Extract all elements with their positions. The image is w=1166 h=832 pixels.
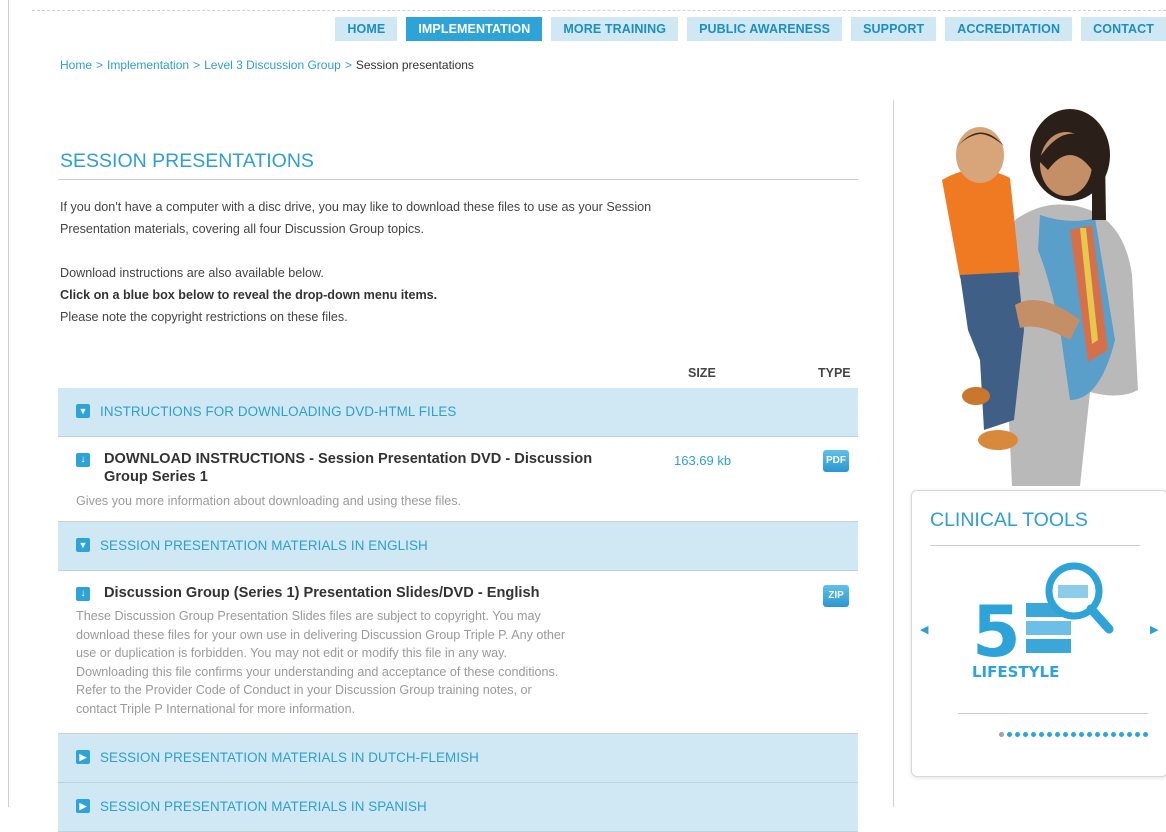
table-header: SIZE TYPE [58,366,858,386]
carousel-dot[interactable] [1071,732,1076,737]
download-arrow-icon[interactable]: ↓ [76,587,90,601]
header-dashed-rule [32,10,1166,11]
breadcrumb-home[interactable]: Home [60,58,92,72]
carousel-dot[interactable] [999,732,1004,737]
carousel-dot[interactable] [1039,732,1044,737]
lifestyle-slide[interactable]: 5 LIFESTYLE [966,553,1116,683]
download-arrow-icon[interactable]: ↓ [76,453,90,467]
carousel-dot[interactable] [1143,732,1148,737]
intro-line-1: If you don't have a computer with a disc… [60,200,652,214]
nav-more-training[interactable]: MORE TRAINING [551,17,679,41]
carousel-dot[interactable] [1103,732,1108,737]
chevron-down-icon: ▼ [76,404,90,418]
nav-home[interactable]: HOME [335,17,398,41]
breadcrumb-discussion-group[interactable]: Level 3 Discussion Group [204,58,341,72]
intro-line-2: Presentation materials, covering all fou… [60,222,424,236]
nav-implementation[interactable]: IMPLEMENTATION [406,17,543,41]
breadcrumb-separator: > [96,58,104,72]
chevron-right-icon: ▶ [76,750,90,764]
item-description: These Discussion Group Presentation Slid… [76,609,566,716]
download-item-instructions: ↓ DOWNLOAD INSTRUCTIONS - Session Presen… [58,437,858,522]
main-content: SESSION PRESENTATIONS If you don't have … [58,150,858,832]
page-left-border [8,0,9,807]
chevron-right-icon: ▶ [76,799,90,813]
nav-accreditation[interactable]: ACCREDITATION [945,17,1073,41]
carousel-dot[interactable] [1087,732,1092,737]
carousel-dot[interactable] [1031,732,1036,737]
section-label: SESSION PRESENTATION MATERIALS IN ENGLIS… [100,538,428,553]
clinical-tools-widget: CLINICAL TOOLS ◀ ▶ 5 LIFESTYLE [911,490,1166,777]
carousel-dot[interactable] [1015,732,1020,737]
breadcrumb-separator: > [344,58,352,72]
intro-text: If you don't have a computer with a disc… [58,196,858,328]
breadcrumb: Home > Implementation > Level 3 Discussion G… [60,58,474,72]
chevron-down-icon: ▼ [76,538,90,552]
section-dutch-flemish[interactable]: ▶ SESSION PRESENTATION MATERIALS IN DUTC… [58,734,858,783]
nav-contact[interactable]: CONTACT [1081,17,1166,41]
sidebar-divider [893,100,894,807]
carousel-rule [958,713,1148,714]
item-title[interactable]: DOWNLOAD INSTRUCTIONS - Session Presenta… [104,450,592,486]
intro-line-5: Please note the copyright restrictions o… [60,310,348,324]
carousel-dot[interactable] [1079,732,1084,737]
section-english[interactable]: ▼ SESSION PRESENTATION MATERIALS IN ENGL… [58,522,858,571]
carousel-dot[interactable] [1111,732,1116,737]
carousel-next-icon[interactable]: ▶ [1150,623,1158,636]
carousel-dot[interactable] [1023,732,1028,737]
item-description: Gives you more information about downloa… [76,494,462,508]
slide-number: 5 [972,591,1021,673]
zip-file-icon[interactable]: ZIP [823,585,849,607]
breadcrumb-current: Session presentations [355,58,474,72]
clinical-tools-rule [930,545,1140,546]
carousel-dot[interactable] [1007,732,1012,737]
carousel-dot[interactable] [1055,732,1060,737]
parent-child-photo [942,109,1138,486]
carousel-prev-icon[interactable]: ◀ [920,623,928,636]
main-nav: HOME IMPLEMENTATION MORE TRAINING PUBLIC… [335,17,1166,41]
item-size: 163.69 kb [674,453,732,468]
download-list: ▼ INSTRUCTIONS FOR DOWNLOADING DVD-HTML … [58,388,858,832]
download-item-english: ↓ Discussion Group (Series 1) Presentati… [58,571,858,734]
breadcrumb-separator: > [193,58,201,72]
section-label: INSTRUCTIONS FOR DOWNLOADING DVD-HTML FI… [100,404,457,419]
carousel-dot[interactable] [1135,732,1140,737]
clinical-tools-heading: CLINICAL TOOLS [930,509,1088,531]
carousel-dot[interactable] [1095,732,1100,737]
column-size: SIZE [688,366,716,380]
breadcrumb-implementation[interactable]: Implementation [107,58,189,72]
column-type: TYPE [818,366,851,380]
carousel-dot[interactable] [1063,732,1068,737]
section-spanish[interactable]: ▶ SESSION PRESENTATION MATERIALS IN SPAN… [58,783,858,832]
slide-caption: LIFESTYLE [972,663,1059,681]
pdf-file-icon[interactable]: PDF [823,450,849,472]
carousel-dot[interactable] [1119,732,1124,737]
section-label: SESSION PRESENTATION MATERIALS IN DUTCH-… [100,750,479,765]
section-instructions[interactable]: ▼ INSTRUCTIONS FOR DOWNLOADING DVD-HTML … [58,388,858,437]
page-title: SESSION PRESENTATIONS [58,150,858,180]
nav-public-awareness[interactable]: PUBLIC AWARENESS [687,17,843,41]
nav-support[interactable]: SUPPORT [851,17,937,41]
carousel-dot[interactable] [1127,732,1132,737]
carousel-dot[interactable] [1047,732,1052,737]
intro-line-3: Download instructions are also available… [60,266,324,280]
item-title[interactable]: Discussion Group (Series 1) Presentation… [104,584,539,602]
carousel-dots [952,723,1148,743]
intro-line-4: Click on a blue box below to reveal the … [60,288,438,302]
